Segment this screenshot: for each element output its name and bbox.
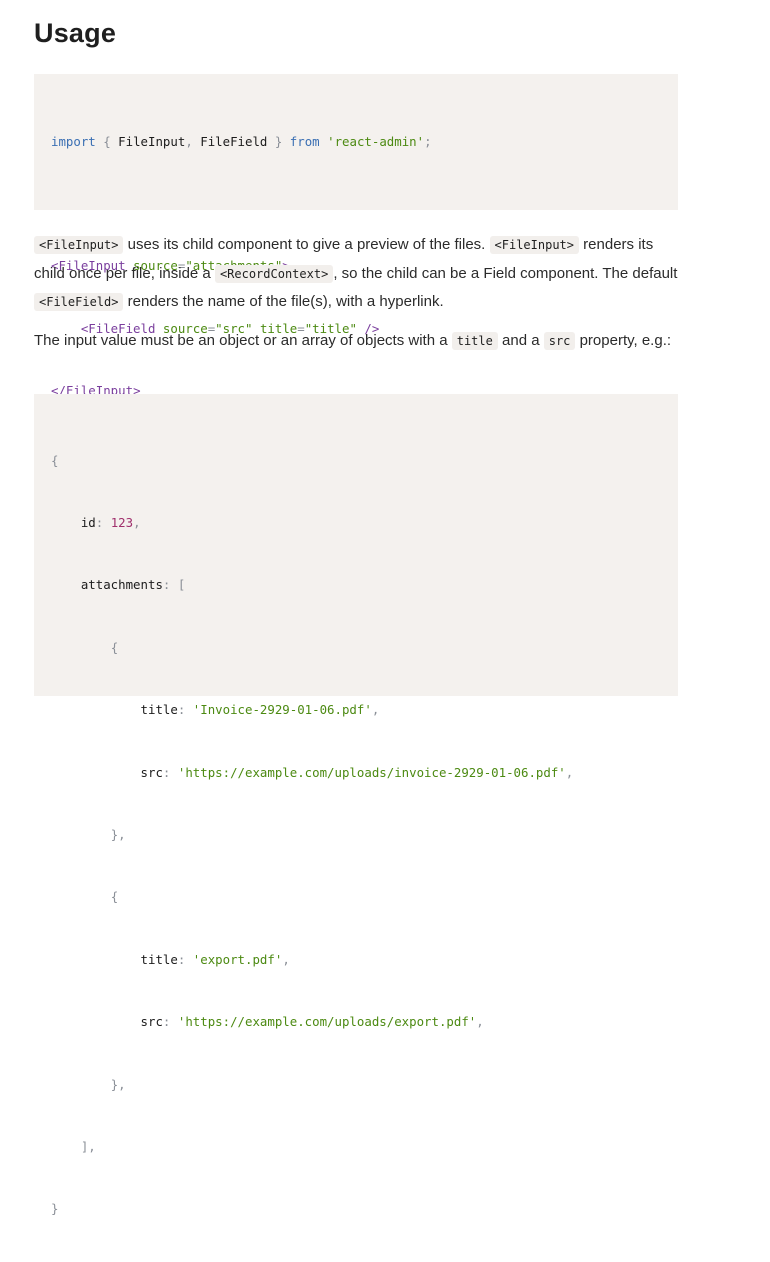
code-punct: , [371,702,380,718]
code-punct: [ [177,577,186,593]
code-punct: : [177,951,186,967]
code-punct: : [162,764,171,780]
code-line: ], [51,1137,678,1158]
code-line: title: 'Invoice-2929-01-06.pdf', [51,700,678,721]
code-punct: { [51,452,59,468]
description-paragraph: <FileInput> uses its child component to … [34,231,678,317]
paragraph-text: renders the name of the file(s), with a … [123,293,444,310]
code-punct: , [565,764,574,780]
code-line: src: 'https://example.com/uploads/invoic… [51,763,678,784]
code-punct: : [95,514,104,530]
code-punct: : [177,702,186,718]
code-keyword: from [289,133,320,149]
paragraph-text: The input value must be an object or an … [34,332,452,349]
code-identifier: FileField [200,133,268,149]
code-line: attachments: [ [51,575,678,596]
code-keyword: import [51,133,96,149]
inline-code: src [543,332,576,350]
code-punct: ; [424,133,432,149]
inline-code: title [451,332,498,350]
code-punct: , [185,133,193,149]
code-line: src: 'https://example.com/uploads/export… [51,1012,678,1033]
code-punct: { [103,133,111,149]
section-heading: Usage [34,18,117,48]
inline-code: <FileInput> [489,236,579,254]
code-line: { [51,451,678,472]
code-punct: } [51,1201,59,1217]
code-string: 'export.pdf' [192,951,283,967]
code-punct: , [476,1014,484,1030]
code-punct: }, [110,1076,126,1092]
code-line: { [51,887,678,908]
code-punct: { [110,639,119,655]
code-punct: , [133,514,141,530]
code-number: 123 [110,514,134,530]
code-punct: : [162,577,171,593]
code-line: { [51,638,678,659]
code-property: title [140,702,178,718]
code-string: 'https://example.com/uploads/invoice-292… [177,764,566,780]
code-string: 'https://example.com/uploads/export.pdf' [177,1014,477,1030]
code-property: attachments [80,577,163,593]
paragraph-text: and a [497,332,544,349]
import-code-block: import { FileInput, FileField } from 're… [34,74,678,398]
code-string: 'react-admin' [327,133,425,149]
paragraph-text: , so the child can be a Field component.… [333,264,678,282]
code-line: }, [51,825,678,846]
code-line: title: 'export.pdf', [51,950,678,971]
code-line: }, [51,1075,678,1096]
code-line: id: 123, [51,513,678,534]
code-punct: , [282,951,290,967]
inline-code: <RecordContext> [214,264,334,283]
code-punct: { [110,889,119,905]
code-property: id [80,514,96,530]
code-property: title [140,951,178,967]
code-line: import { FileInput, FileField } from 're… [51,132,678,153]
example-code-block: { id: 123, attachments: [ { title: 'Invo… [34,394,678,1216]
paragraph-text: property, e.g.: [575,332,672,349]
code-punct: } [274,133,283,149]
inline-code: <FileField> [34,293,124,311]
paragraph-text: uses its child component to give a previ… [123,236,490,253]
code-punct: : [162,1014,171,1030]
code-line: } [51,1199,678,1220]
code-property: src [140,1014,163,1030]
code-punct: ], [80,1138,96,1154]
code-identifier: FileInput [118,133,186,149]
input-value-paragraph: The input value must be an object or an … [34,327,678,356]
code-punct: }, [110,826,126,842]
code-string: 'Invoice-2929-01-06.pdf' [192,702,372,718]
inline-code: <FileInput> [34,236,124,254]
code-property: src [140,764,163,780]
